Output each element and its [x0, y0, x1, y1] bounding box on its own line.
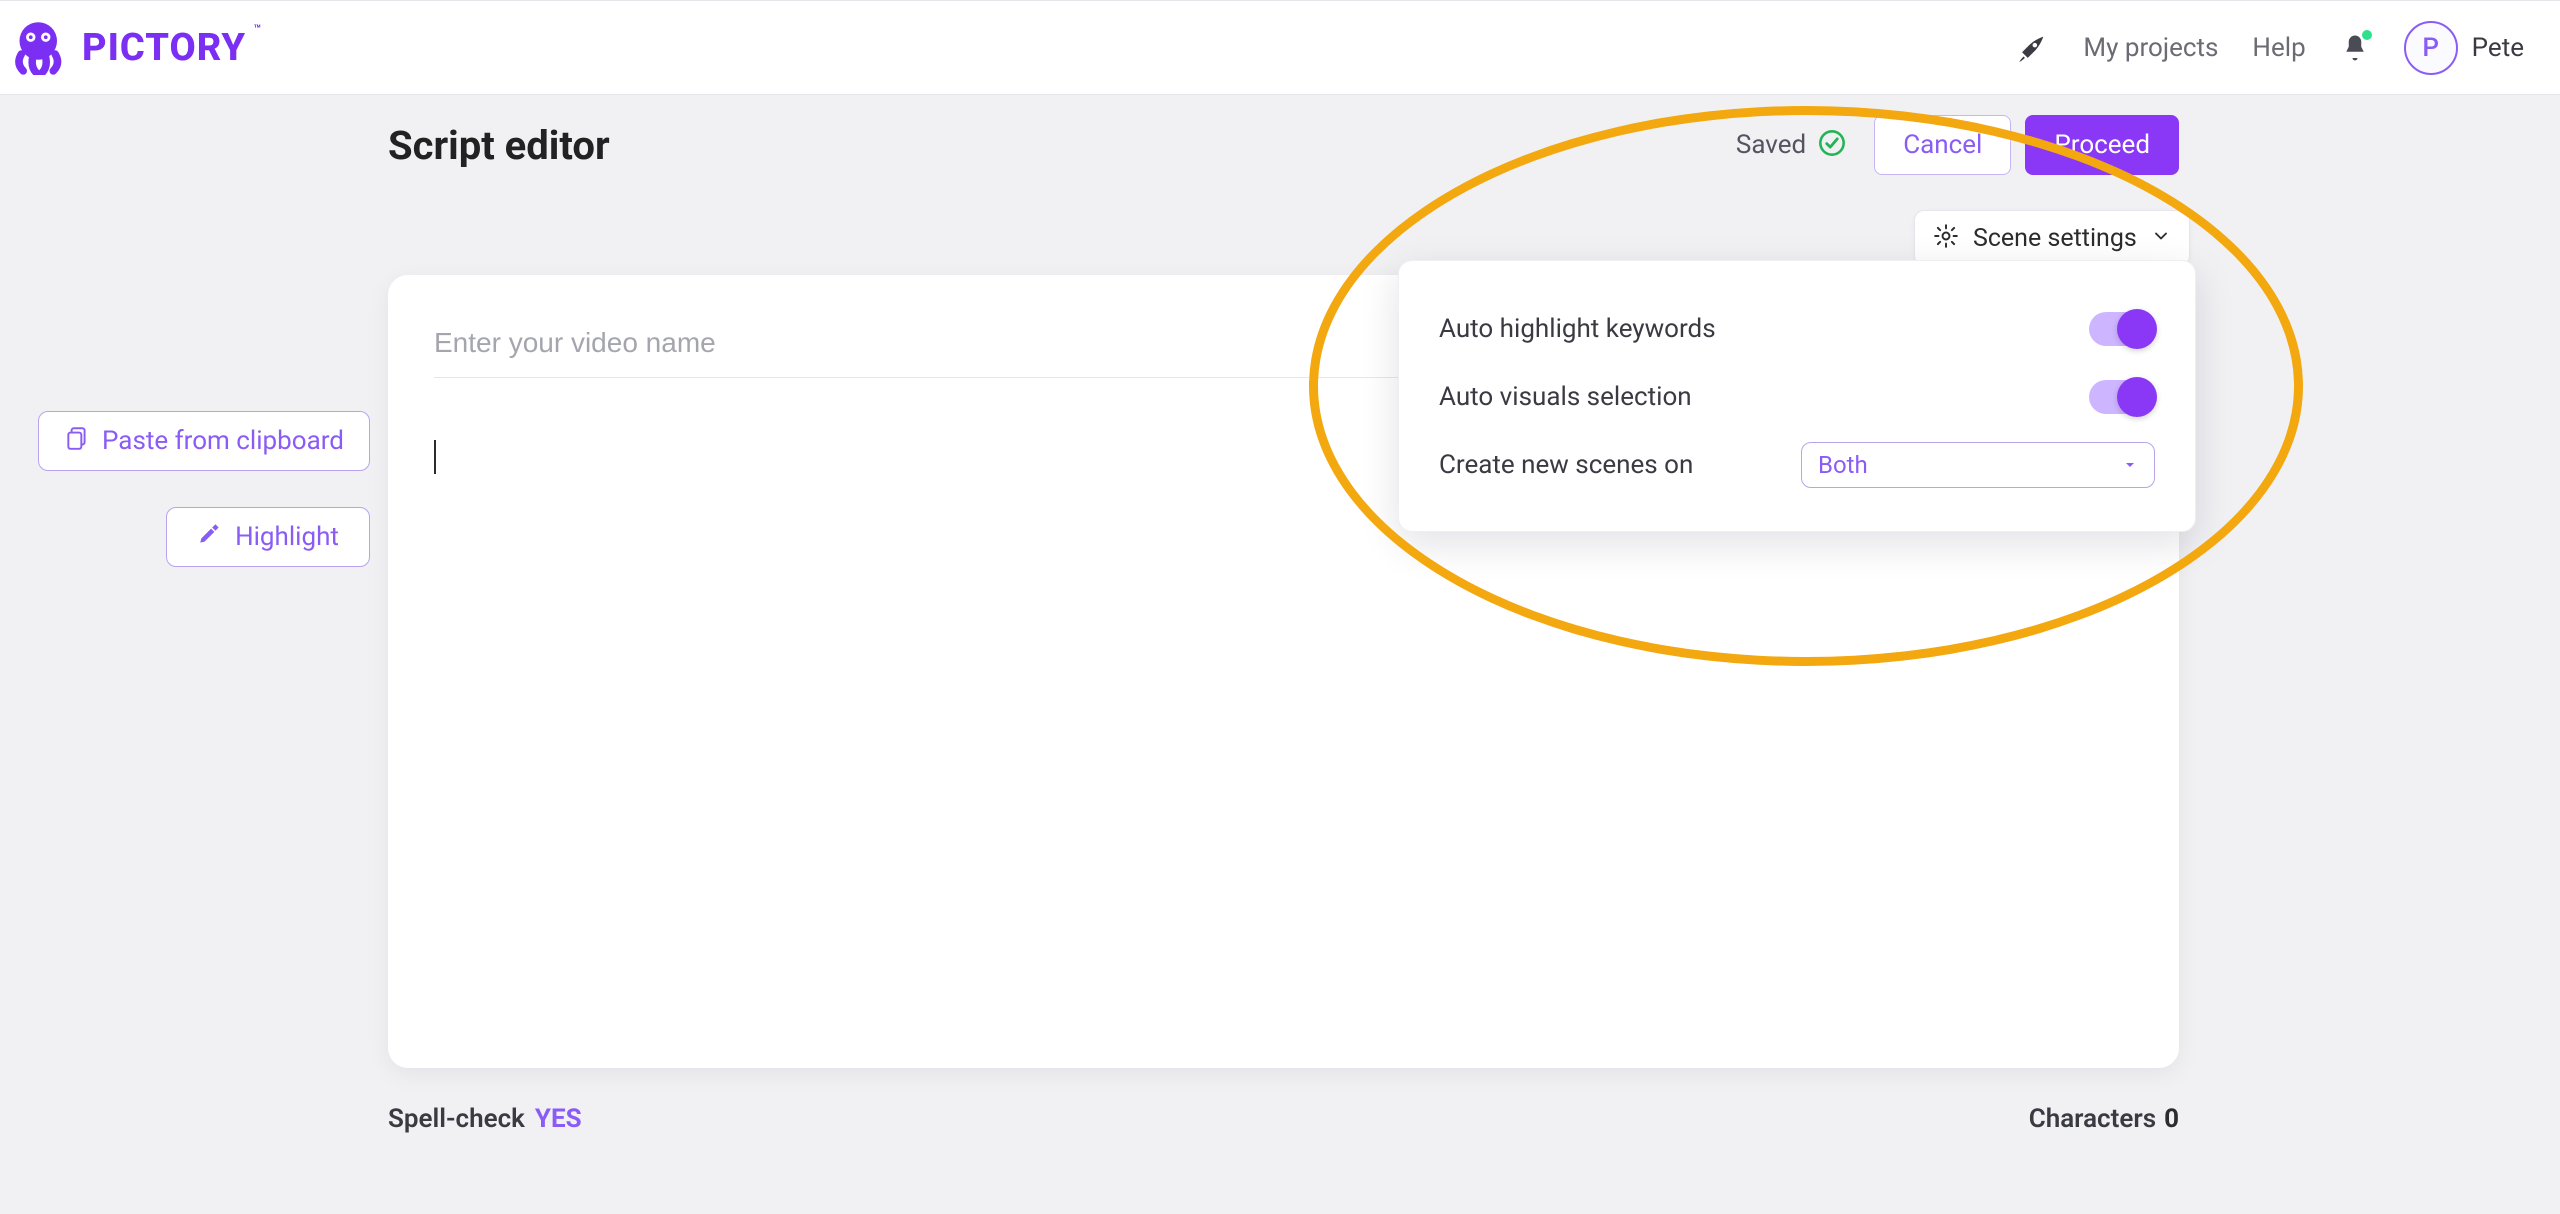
- toggle-knob-icon: [2117, 377, 2157, 417]
- avatar: P: [2404, 21, 2458, 75]
- topbar-right: My projects Help P Pete: [2015, 21, 2524, 75]
- logo[interactable]: PICTORY ™: [12, 20, 246, 75]
- editor-footer: Spell-check YES Characters 0: [388, 1104, 2179, 1134]
- logo-text: PICTORY ™: [82, 26, 246, 70]
- highlighter-icon: [197, 521, 223, 554]
- auto-highlight-label: Auto highlight keywords: [1439, 314, 1716, 344]
- clipboard-icon: [64, 425, 90, 458]
- nav-help[interactable]: Help: [2252, 33, 2305, 63]
- trademark-symbol: ™: [254, 22, 263, 36]
- caret-down-icon: [2122, 451, 2138, 479]
- user-menu[interactable]: P Pete: [2404, 21, 2524, 75]
- saved-label: Saved: [1736, 130, 1806, 160]
- auto-highlight-row: Auto highlight keywords: [1439, 297, 2155, 361]
- proceed-button-label: Proceed: [2054, 130, 2150, 160]
- characters-value: 0: [2164, 1104, 2179, 1134]
- auto-visuals-label: Auto visuals selection: [1439, 382, 1692, 412]
- scene-settings-label: Scene settings: [1973, 224, 2137, 253]
- page-header: Script editor Saved Cancel Proceed: [388, 115, 2179, 175]
- highlight-label: Highlight: [235, 522, 339, 552]
- create-scenes-label: Create new scenes on: [1439, 450, 1693, 480]
- spellcheck-label: Spell-check: [388, 1104, 525, 1134]
- page-title: Script editor: [388, 122, 610, 169]
- notification-dot-icon: [2362, 30, 2372, 40]
- create-scenes-select[interactable]: Both: [1801, 442, 2155, 488]
- cancel-button-label: Cancel: [1903, 130, 1982, 160]
- highlight-button[interactable]: Highlight: [166, 507, 370, 567]
- cancel-button[interactable]: Cancel: [1874, 115, 2011, 175]
- paste-label: Paste from clipboard: [102, 426, 344, 456]
- gear-icon: [1933, 223, 1959, 253]
- auto-highlight-toggle[interactable]: [2089, 312, 2155, 346]
- proceed-button[interactable]: Proceed: [2025, 115, 2179, 175]
- brand-name: PICTORY: [82, 26, 246, 70]
- characters-label: Characters: [2029, 1104, 2156, 1134]
- scene-settings-popover: Auto highlight keywords Auto visuals sel…: [1398, 260, 2196, 532]
- page-header-actions: Saved Cancel Proceed: [1736, 115, 2179, 175]
- chevron-down-icon: [2151, 226, 2171, 250]
- topbar: PICTORY ™ My projects Help P Pete: [0, 0, 2560, 95]
- nav-my-projects[interactable]: My projects: [2083, 33, 2218, 63]
- toggle-knob-icon: [2117, 309, 2157, 349]
- scene-settings-trigger[interactable]: Scene settings: [1914, 210, 2190, 266]
- auto-visuals-row: Auto visuals selection: [1439, 365, 2155, 429]
- paste-from-clipboard-button[interactable]: Paste from clipboard: [38, 411, 370, 471]
- spellcheck-value[interactable]: YES: [535, 1104, 582, 1134]
- auto-visuals-toggle[interactable]: [2089, 380, 2155, 414]
- create-scenes-row: Create new scenes on Both: [1439, 433, 2155, 497]
- check-circle-icon: [1818, 129, 1846, 161]
- text-caret-icon: [434, 440, 436, 474]
- create-scenes-value: Both: [1818, 451, 1868, 479]
- saved-indicator: Saved: [1736, 129, 1846, 161]
- user-name: Pete: [2472, 33, 2524, 63]
- notifications-button[interactable]: [2340, 32, 2370, 64]
- avatar-initial: P: [2422, 33, 2439, 63]
- rocket-icon[interactable]: [2015, 31, 2049, 65]
- logo-mark-icon: [12, 20, 72, 75]
